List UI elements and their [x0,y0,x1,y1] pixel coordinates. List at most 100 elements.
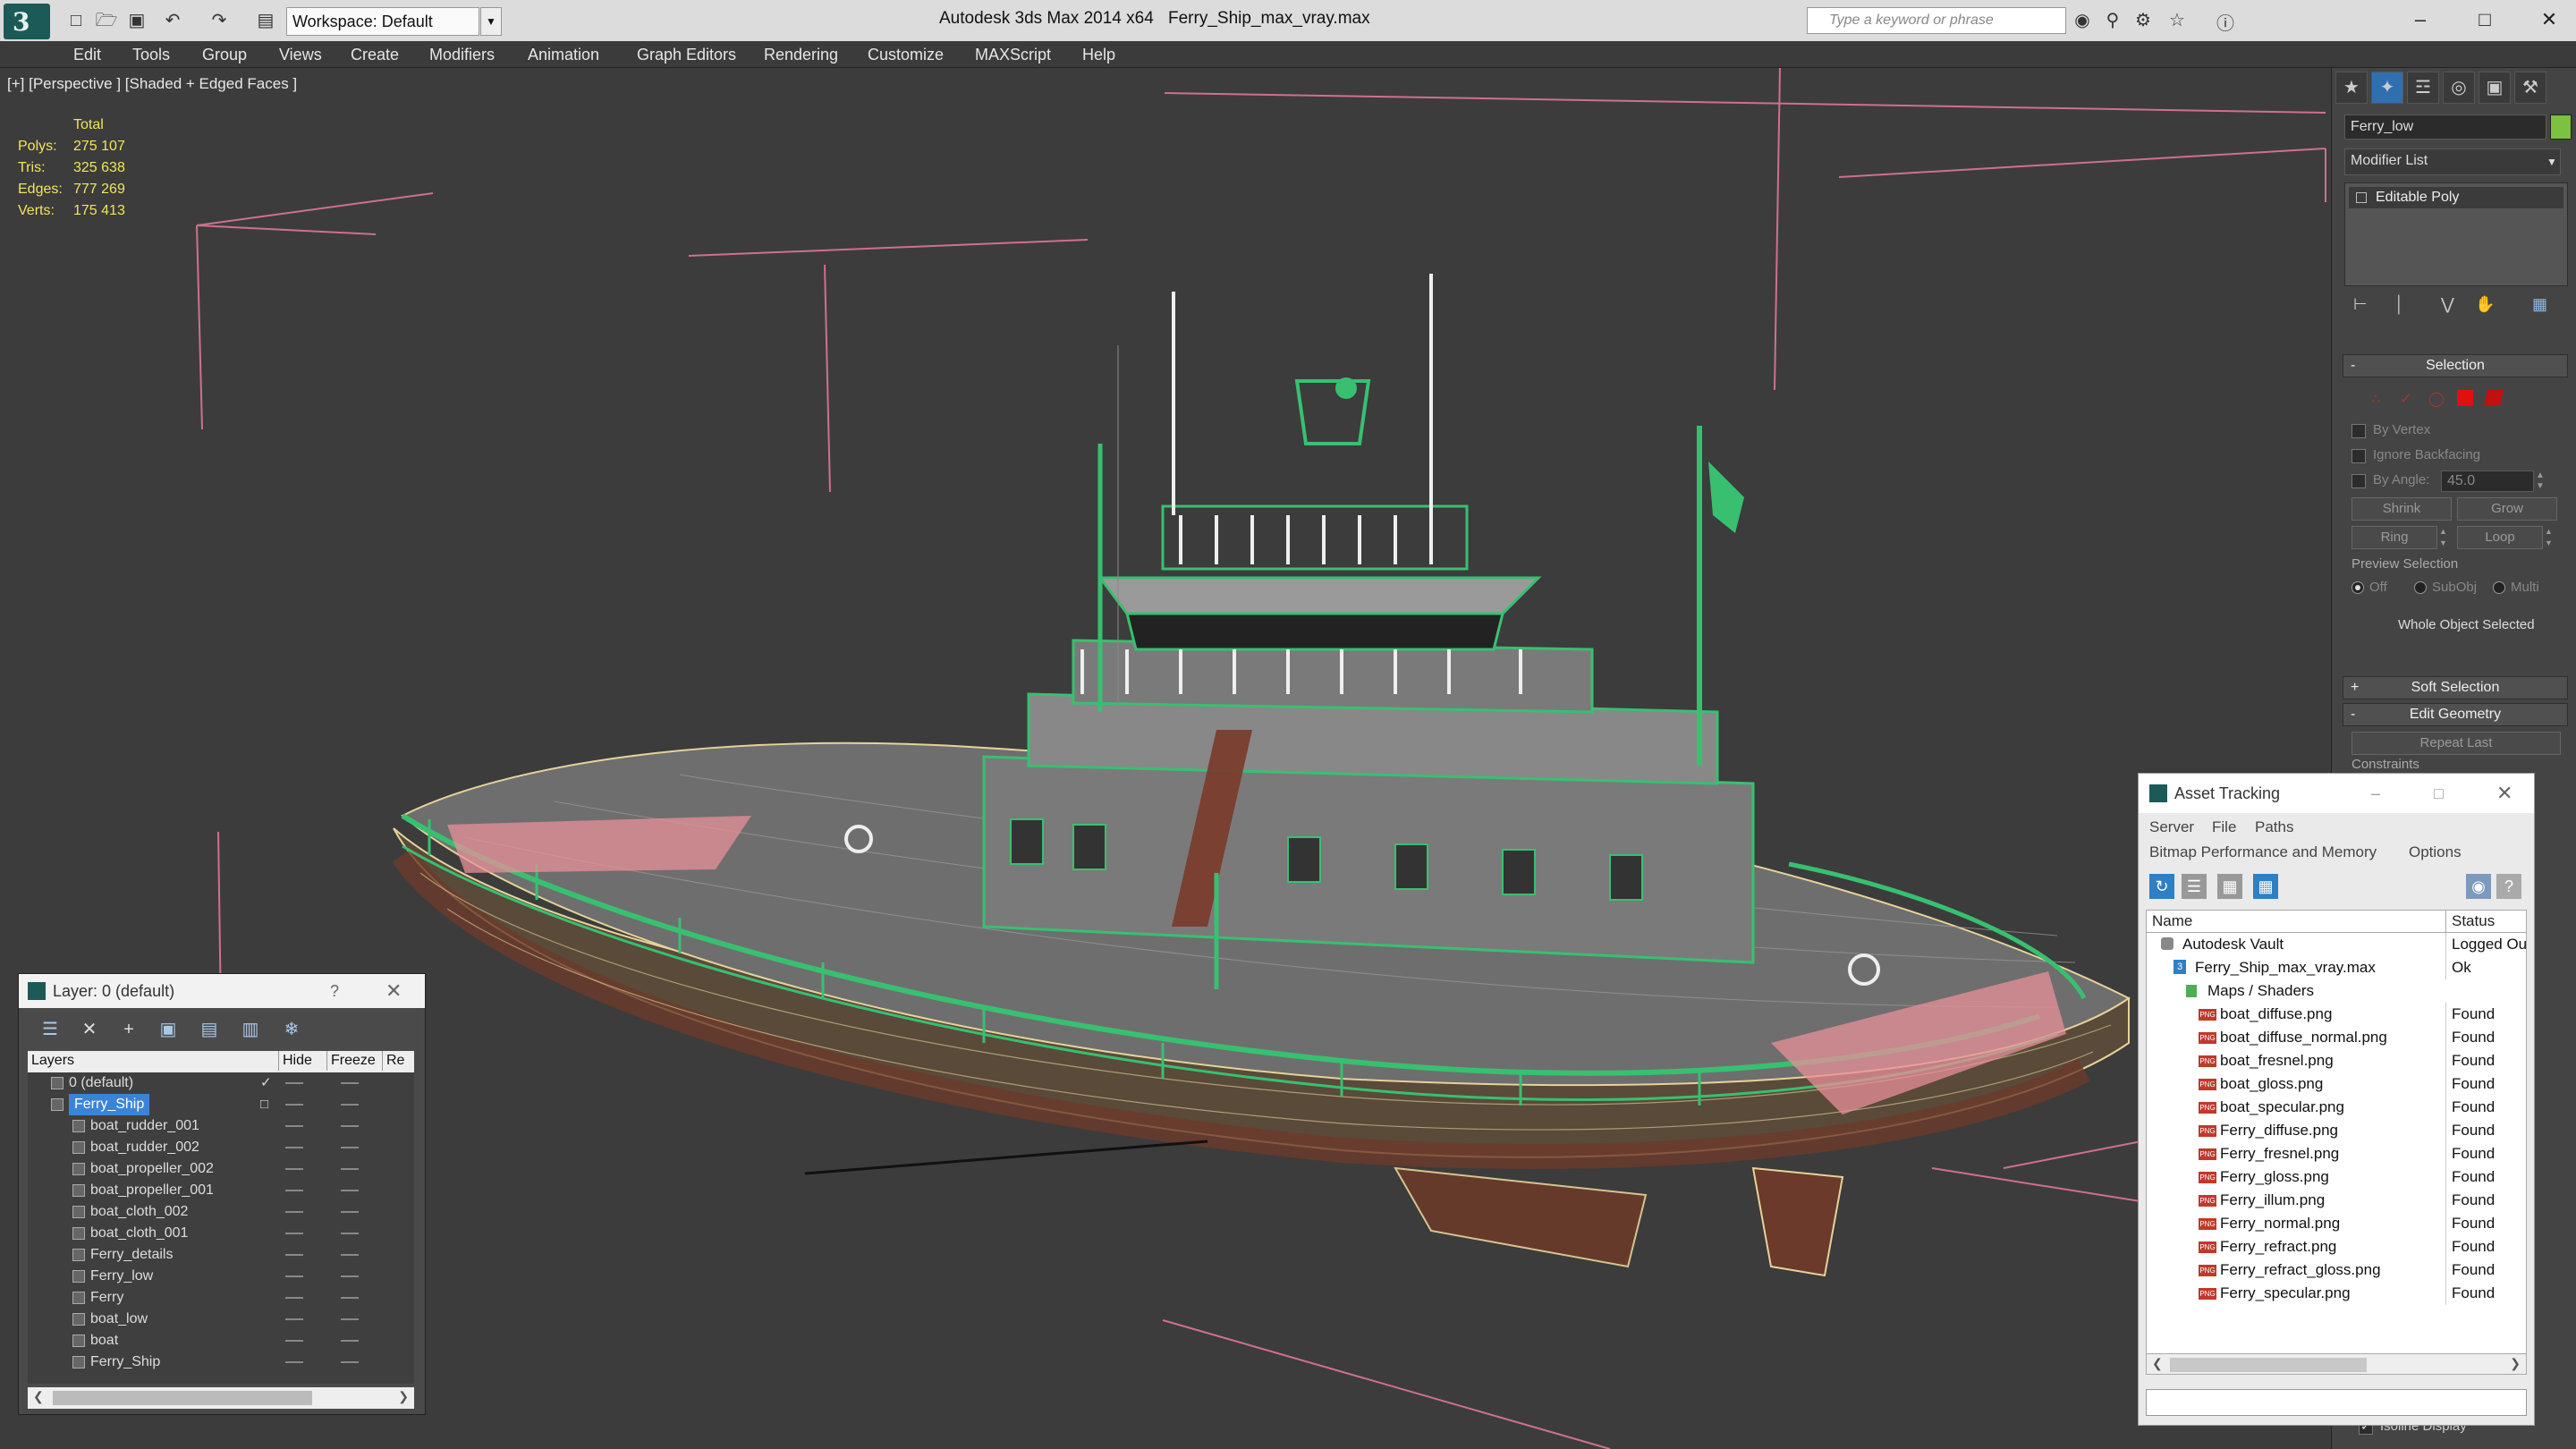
menu-edit[interactable]: Edit [73,46,101,64]
freeze-toggle[interactable] [341,1318,359,1320]
layer-name[interactable]: boat_rudder_001 [90,1115,199,1137]
asset-row[interactable]: PNG Ferry_specular.png Found [2147,1282,2528,1305]
vertex-mode-icon[interactable]: ∴ [2371,390,2380,408]
border-mode-icon[interactable]: ◯ [2428,390,2445,408]
freeze-toggle[interactable] [341,1361,359,1363]
layer-row[interactable]: Ferry [28,1287,414,1309]
loop-spinner-arrows[interactable]: ▲ ▼ [2545,526,2557,549]
soft-selection-rollout-header[interactable]: + Soft Selection [2343,676,2568,699]
preview-subobj-radio[interactable] [2414,581,2427,594]
pin-stack-icon[interactable]: ⊢ [2353,295,2368,314]
freeze-toggle[interactable] [341,1297,359,1299]
preview-multi-radio[interactable] [2493,581,2505,594]
layer-name[interactable]: 0 (default) [69,1072,133,1094]
freeze-all-icon[interactable]: ❄ [278,1017,305,1042]
polygon-mode-icon[interactable] [2457,390,2473,406]
stack-item-editable-poly[interactable]: Editable Poly [2349,187,2563,208]
help-icon[interactable]: ⓘ [2213,9,2238,34]
layer-row[interactable]: boat_rudder_001 [28,1115,414,1137]
search-input[interactable]: Type a keyword or phrase [1807,7,2066,34]
layer-name[interactable]: Ferry_Ship [90,1352,160,1373]
vault-status-icon[interactable]: ◉ [2466,874,2491,899]
layer-row[interactable]: Ferry_Ship □ [28,1094,414,1115]
freeze-toggle[interactable] [341,1275,359,1277]
close-icon[interactable]: ✕ [386,974,402,1008]
layer-row[interactable]: boat_low [28,1309,414,1330]
modify-tab-icon[interactable]: ✦ [2371,72,2403,104]
menu-help[interactable]: Help [1082,46,1115,64]
close-icon[interactable]: ✕ [2531,4,2567,36]
grid-view-icon[interactable]: ▦ [2253,874,2278,899]
hierarchy-tab-icon[interactable]: ☲ [2407,72,2439,104]
maximize-icon[interactable]: □ [2467,4,2503,36]
angle-spinner-arrows[interactable]: ▲ ▼ [2536,470,2550,492]
chevron-down-icon[interactable]: ▼ [2543,150,2561,174]
hide-toggle[interactable] [285,1254,303,1256]
menu-customize[interactable]: Customize [868,46,944,64]
close-icon[interactable]: ✕ [2496,774,2512,813]
refresh-icon[interactable]: ↻ [2149,874,2174,899]
layer-row[interactable]: Ferry_low [28,1266,414,1287]
scroll-right-icon[interactable]: ❯ [398,1389,409,1404]
help-button[interactable]: ? [330,974,339,1008]
remove-modifier-icon[interactable]: ✋ [2475,295,2495,314]
asset-row[interactable]: PNG boat_specular.png Found [2147,1096,2528,1119]
asset-horizontal-scrollbar[interactable]: ❮ ❯ [2146,1353,2527,1375]
ring-spinner-arrows[interactable]: ▲ ▼ [2439,526,2452,549]
asset-row[interactable]: PNG boat_diffuse.png Found [2147,1003,2528,1026]
grow-button[interactable]: Grow [2457,497,2557,521]
create-tab-icon[interactable]: ★ [2335,72,2368,104]
ignore-backfacing-checkbox[interactable] [2351,449,2366,463]
current-layer-box-icon[interactable]: □ [260,1094,268,1115]
hide-toggle[interactable] [285,1211,303,1213]
layer-row[interactable]: boat [28,1330,414,1352]
menu-file[interactable]: File [2212,818,2236,836]
menu-maxscript[interactable]: MAXScript [975,46,1051,64]
layer-row[interactable]: boat_rudder_002 [28,1137,414,1158]
asset-row[interactable]: PNG boat_gloss.png Found [2147,1072,2528,1096]
project-folder-icon[interactable]: ▤ [254,9,277,32]
freeze-toggle[interactable] [341,1168,359,1170]
hide-toggle[interactable] [285,1125,303,1127]
communication-icon[interactable]: ⚙ [2131,9,2156,32]
menu-create[interactable]: Create [351,46,399,64]
element-mode-icon[interactable] [2484,390,2504,406]
menu-modifiers[interactable]: Modifiers [429,46,495,64]
scroll-left-icon[interactable]: ❮ [2152,1356,2163,1371]
show-end-result-icon[interactable]: │ [2394,295,2404,314]
table-view-icon[interactable]: ▦ [2217,874,2242,899]
edge-mode-icon[interactable]: ✓ [2400,390,2411,408]
scroll-left-icon[interactable]: ❮ [33,1389,44,1404]
hide-toggle[interactable] [285,1082,303,1084]
layer-row[interactable]: boat_propeller_002 [28,1158,414,1180]
asset-row[interactable]: Autodesk Vault Logged Ou [2147,933,2528,956]
asset-row[interactable]: PNG Ferry_fresnel.png Found [2147,1142,2528,1165]
scroll-right-icon[interactable]: ❯ [2510,1356,2521,1371]
asset-row[interactable]: PNG boat_fresnel.png Found [2147,1049,2528,1072]
freeze-toggle[interactable] [341,1340,359,1342]
layer-name[interactable]: Ferry [90,1287,123,1309]
utilities-tab-icon[interactable]: ⚒ [2514,72,2546,104]
open-file-icon[interactable]: 🗁 [95,9,118,32]
preview-off-radio[interactable] [2351,581,2364,594]
favorites-star-icon[interactable]: ☆ [2165,9,2190,32]
layer-name[interactable]: boat_propeller_001 [90,1180,214,1201]
expand-box-icon[interactable] [2356,192,2367,203]
layers-icon[interactable]: ☰ [37,1017,64,1042]
layer-row[interactable]: boat_cloth_001 [28,1223,414,1244]
hide-toggle[interactable] [285,1190,303,1191]
menu-group[interactable]: Group [202,46,247,64]
hide-toggle[interactable] [285,1318,303,1320]
menu-views[interactable]: Views [279,46,322,64]
binoculars-icon[interactable]: ◉ [2070,9,2095,32]
freeze-toggle[interactable] [341,1211,359,1213]
asset-row[interactable]: PNG Ferry_diffuse.png Found [2147,1119,2528,1142]
column-render[interactable]: Re [382,1051,404,1071]
angle-spinner-field[interactable]: 45.0 [2441,470,2534,492]
layer-name[interactable]: boat [90,1330,118,1352]
column-freeze[interactable]: Freeze [326,1051,376,1071]
column-status[interactable]: Status [2445,911,2495,932]
hide-toggle[interactable] [285,1233,303,1234]
help-icon[interactable]: ? [2496,874,2521,899]
by-vertex-checkbox[interactable] [2351,424,2366,438]
